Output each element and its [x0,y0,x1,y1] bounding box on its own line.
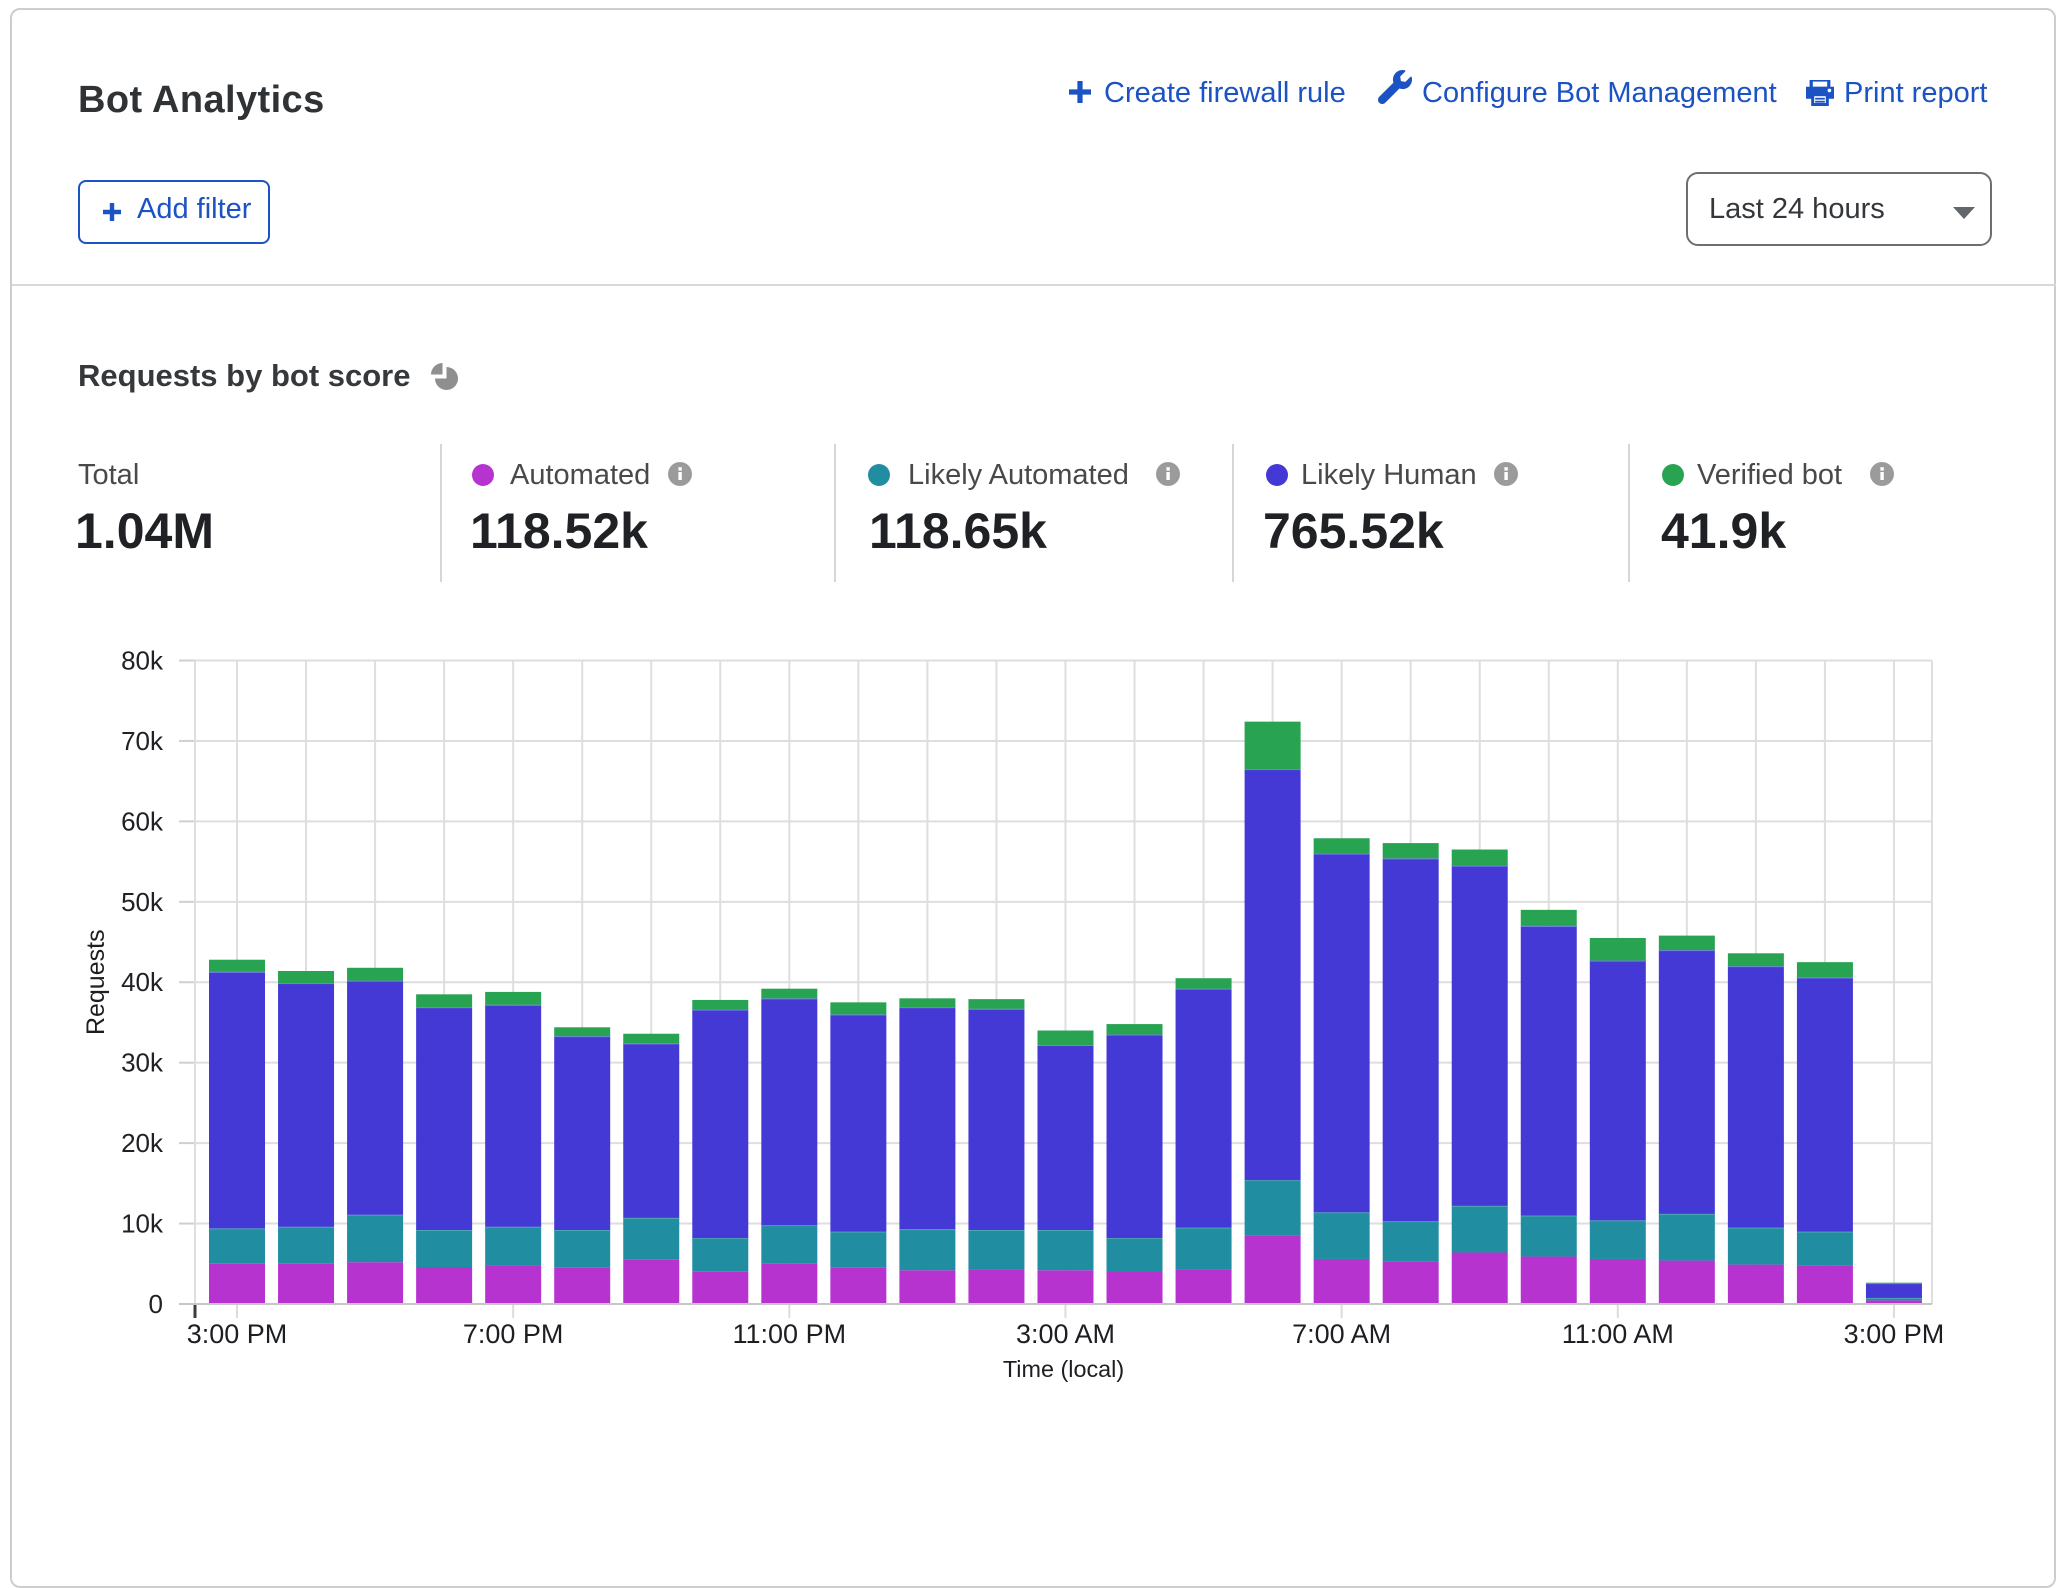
svg-text:50k: 50k [121,887,164,917]
svg-text:11:00 AM: 11:00 AM [1562,1319,1674,1349]
svg-text:80k: 80k [121,646,164,676]
svg-text:3:00 PM: 3:00 PM [187,1319,288,1349]
svg-text:0: 0 [149,1289,163,1319]
svg-text:7:00 AM: 7:00 AM [1292,1319,1391,1349]
svg-text:20k: 20k [121,1128,164,1158]
svg-text:70k: 70k [121,726,164,756]
svg-text:11:00 PM: 11:00 PM [733,1319,847,1349]
svg-text:Requests: Requests [82,929,110,1035]
svg-text:3:00 PM: 3:00 PM [1844,1319,1945,1349]
svg-text:Time (local): Time (local) [1003,1356,1124,1382]
svg-text:40k: 40k [121,967,164,997]
svg-text:60k: 60k [121,806,164,836]
svg-text:7:00 PM: 7:00 PM [463,1319,564,1349]
svg-text:3:00 AM: 3:00 AM [1016,1319,1115,1349]
svg-text:30k: 30k [121,1048,164,1078]
svg-text:10k: 10k [121,1209,164,1239]
